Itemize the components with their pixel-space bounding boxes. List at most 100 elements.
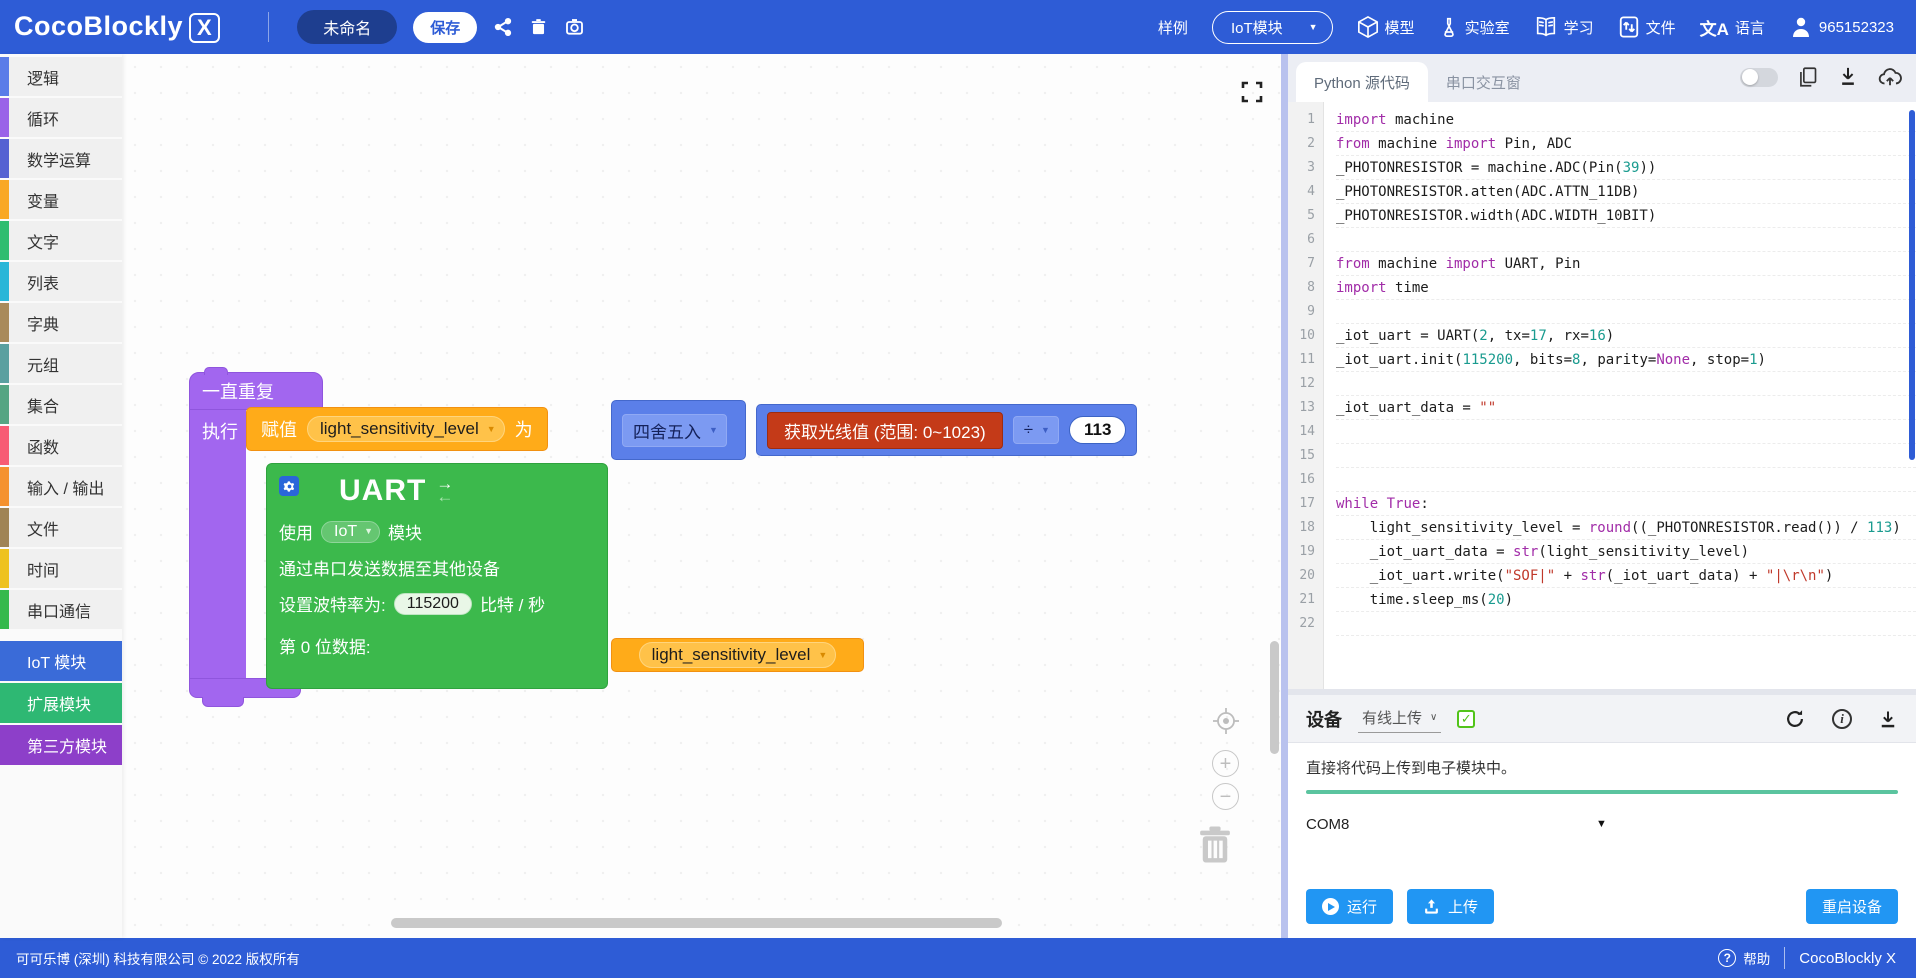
round-dropdown[interactable]: 四舍五入▼	[622, 414, 727, 447]
block-repeat-forever[interactable]: 一直重复	[189, 372, 323, 410]
language-menu[interactable]: 文A 语言	[1700, 15, 1765, 40]
learn-menu[interactable]: 学习	[1534, 15, 1594, 39]
sidebar-item-串口通信[interactable]: 串口通信	[0, 590, 122, 629]
sidebar-module-扩展模块[interactable]: 扩展模块	[0, 683, 122, 723]
port-select[interactable]: COM8 ▼	[1306, 816, 1898, 833]
panel-splitter[interactable]	[1281, 54, 1288, 938]
block-variable-value[interactable]: light_sensitivity_level▼	[611, 638, 864, 672]
sidebar-item-列表[interactable]: 列表	[0, 262, 122, 301]
block-uart-send[interactable]: UART →← 使用 IoT▼ 模块 通过串口发送数据至其他设备 设置波特率为:…	[266, 463, 608, 689]
code-line: _PHOTONRESISTOR.width(ADC.WIDTH_10BIT)	[1336, 204, 1916, 228]
username: 965152323	[1819, 19, 1894, 36]
uart-baud-field[interactable]: 115200	[394, 593, 472, 615]
download-icon[interactable]	[1838, 66, 1858, 88]
category-label: 文字	[9, 229, 59, 253]
zoom-out-button[interactable]: −	[1212, 783, 1239, 810]
divisor-field[interactable]: 113	[1069, 416, 1126, 444]
book-icon	[1534, 15, 1558, 39]
sidebar-item-文件[interactable]: 文件	[0, 508, 122, 547]
fullscreen-icon[interactable]	[1240, 80, 1264, 104]
sidebar-item-函数[interactable]: 函数	[0, 426, 122, 465]
block-repeat-do-label[interactable]: 执行	[189, 410, 246, 678]
refresh-icon[interactable]	[1784, 708, 1806, 730]
model-menu[interactable]: 模型	[1357, 15, 1415, 39]
cloud-upload-icon[interactable]	[1878, 66, 1902, 88]
sidebar-item-元组[interactable]: 元组	[0, 344, 122, 383]
category-label: 字典	[9, 311, 59, 335]
category-color-strip	[0, 262, 9, 301]
help-link[interactable]: ? 帮助	[1718, 948, 1770, 968]
sidebar-item-文字[interactable]: 文字	[0, 221, 122, 260]
tab-serial-monitor[interactable]: 串口交互窗	[1428, 62, 1539, 102]
sidebar-module-第三方模块[interactable]: 第三方模块	[0, 725, 122, 765]
line-number: 20	[1288, 564, 1323, 588]
file-transfer-icon	[1618, 15, 1640, 39]
category-label: 时间	[9, 557, 59, 581]
help-icon: ?	[1718, 949, 1736, 967]
device-download-icon[interactable]	[1878, 709, 1898, 729]
tab-python-source[interactable]: Python 源代码	[1296, 62, 1428, 102]
line-number: 19	[1288, 540, 1323, 564]
horizontal-scrollbar[interactable]	[391, 918, 1002, 928]
line-number: 16	[1288, 468, 1323, 492]
sidebar-item-数学运算[interactable]: 数学运算	[0, 139, 122, 178]
samples-menu[interactable]: 样例	[1158, 17, 1188, 38]
sidebar-item-循环[interactable]: 循环	[0, 98, 122, 137]
upload-button[interactable]: 上传	[1407, 889, 1494, 924]
chevron-down-icon: ▼	[364, 527, 373, 536]
mode-select[interactable]: IoT模块▼	[1212, 11, 1333, 44]
variable-dropdown[interactable]: light_sensitivity_level▼	[639, 642, 837, 668]
trash-icon[interactable]	[1194, 822, 1236, 868]
code-edit-toggle[interactable]	[1740, 68, 1778, 87]
mode-checkbox[interactable]: ✓	[1457, 710, 1475, 728]
sidebar-module-IoT 模块[interactable]: IoT 模块	[0, 641, 122, 681]
gear-icon[interactable]	[279, 476, 299, 496]
uart-module-dropdown[interactable]: IoT▼	[321, 521, 380, 543]
copy-icon[interactable]	[1798, 66, 1818, 88]
info-icon[interactable]: i	[1832, 709, 1852, 729]
sidebar-item-时间[interactable]: 时间	[0, 549, 122, 588]
file-menu[interactable]: 文件	[1618, 15, 1676, 39]
sidebar-item-变量[interactable]: 变量	[0, 180, 122, 219]
category-color-strip	[0, 549, 9, 588]
code-line	[1336, 420, 1916, 444]
user-account[interactable]: 965152323	[1789, 15, 1894, 39]
screenshot-camera-icon[interactable]	[564, 17, 585, 37]
delete-icon[interactable]	[529, 17, 548, 37]
filename-field[interactable]: 未命名	[297, 10, 397, 44]
brand-logo[interactable]: CocoBlocklyX	[14, 11, 220, 43]
save-button[interactable]: 保存	[413, 12, 477, 43]
sidebar-item-集合[interactable]: 集合	[0, 385, 122, 424]
line-number: 3	[1288, 156, 1323, 180]
category-label: 函数	[9, 434, 59, 458]
line-number: 17	[1288, 492, 1323, 516]
sidebar-item-输入 / 输出[interactable]: 输入 / 输出	[0, 467, 122, 506]
code-editor[interactable]: 12345678910111213141516171819202122 impo…	[1288, 102, 1916, 689]
block-set-variable[interactable]: 赋值 light_sensitivity_level▼ 为	[246, 407, 548, 451]
code-line: _iot_uart = UART(2, tx=17, rx=16)	[1336, 324, 1916, 348]
zoom-in-button[interactable]: +	[1212, 750, 1239, 777]
chevron-down-icon: ▼	[1041, 426, 1050, 435]
block-division[interactable]: 获取光线值 (范围: 0~1023) ÷▼ 113	[756, 404, 1137, 456]
category-color-strip	[0, 221, 9, 260]
app: CocoBlocklyX 未命名 保存 样例 IoT模块▼ 模型 实验室	[0, 0, 1916, 978]
run-button[interactable]: 运行	[1306, 889, 1393, 924]
line-number: 15	[1288, 444, 1323, 468]
block-round[interactable]: 四舍五入▼	[611, 400, 746, 460]
variable-dropdown[interactable]: light_sensitivity_level▼	[307, 416, 505, 442]
sidebar-item-字典[interactable]: 字典	[0, 303, 122, 342]
lab-menu[interactable]: 实验室	[1439, 15, 1510, 39]
zoom-reset-target-icon[interactable]	[1211, 706, 1241, 736]
code-line	[1336, 372, 1916, 396]
sidebar-item-逻辑[interactable]: 逻辑	[0, 57, 122, 96]
operator-dropdown[interactable]: ÷▼	[1013, 416, 1059, 444]
flask-icon	[1439, 15, 1459, 39]
block-get-light-value[interactable]: 获取光线值 (范围: 0~1023)	[767, 412, 1003, 449]
vertical-scrollbar[interactable]	[1270, 641, 1279, 754]
code-scrollbar[interactable]	[1909, 110, 1915, 460]
upload-mode-select[interactable]: 有线上传∨	[1358, 705, 1441, 733]
share-icon[interactable]	[493, 17, 513, 37]
workspace-canvas[interactable]: 一直重复 执行 赋值 light_sensitivity_level▼ 为 四舍…	[122, 54, 1281, 938]
line-number: 21	[1288, 588, 1323, 612]
restart-device-button[interactable]: 重启设备	[1806, 889, 1898, 924]
